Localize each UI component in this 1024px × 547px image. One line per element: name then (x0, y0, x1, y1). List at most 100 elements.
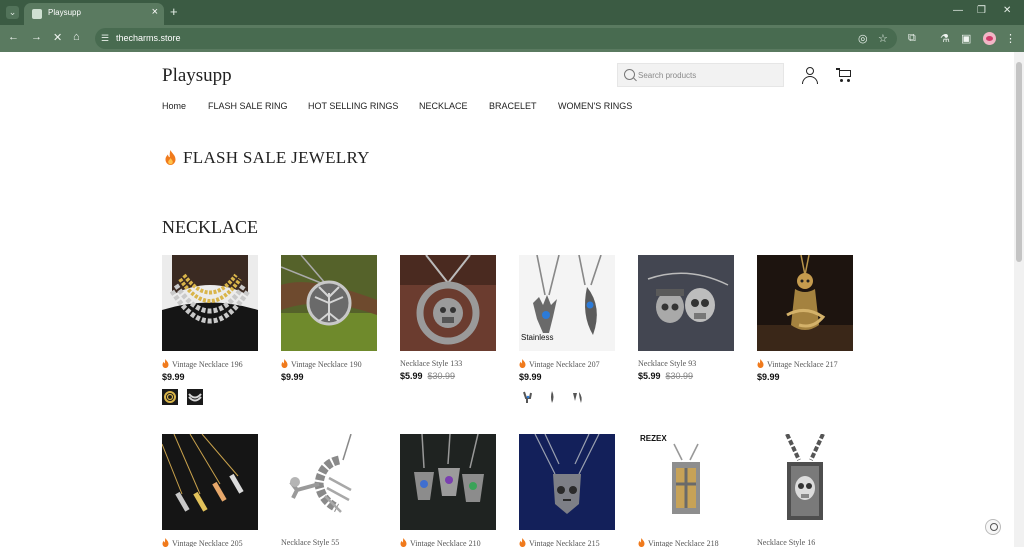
product-card[interactable]: Vintage Necklace 205 (162, 434, 258, 547)
swatch-silver[interactable] (187, 389, 204, 405)
product-card[interactable]: Necklace Style 93 $5.99 $30.99 (638, 255, 734, 381)
product-card[interactable]: Necklace Style 55 (281, 434, 377, 547)
product-price: $9.99 (162, 372, 185, 382)
product-name[interactable]: Necklace Style 16 (757, 538, 815, 547)
search-icon[interactable] (624, 69, 635, 80)
product-name[interactable]: Vintage Necklace 205 (172, 539, 243, 547)
product-image[interactable] (757, 255, 853, 351)
nav-home[interactable]: Home (162, 101, 186, 111)
swatch-gold[interactable] (162, 389, 178, 405)
product-price: $9.99 (281, 372, 304, 382)
search-box[interactable] (617, 63, 784, 87)
product-name-row[interactable]: Necklace Style 93 (638, 359, 734, 368)
swatch-hand[interactable] (519, 389, 535, 405)
product-card[interactable]: Stainless Vintage Necklace 207 $9.99 (519, 255, 615, 405)
product-card[interactable]: REZEX Vintage Necklace 218 (638, 434, 734, 547)
product-name-row[interactable]: Vintage Necklace 207 (519, 359, 615, 369)
flash-sale-heading: FLASH SALE JEWELRY (165, 148, 370, 168)
product-card[interactable]: Vintage Necklace 215 (519, 434, 615, 547)
eye-off-icon[interactable]: ◎ (858, 32, 868, 45)
side-panel-icon[interactable]: ▣ (961, 32, 971, 45)
product-name-row[interactable]: Vintage Necklace 205 (162, 538, 258, 547)
product-name[interactable]: Necklace Style 93 (638, 359, 696, 368)
page-scrollbar[interactable] (1014, 52, 1024, 547)
product-name-row[interactable]: Vintage Necklace 215 (519, 538, 615, 547)
close-window-icon[interactable]: ✕ (1003, 5, 1011, 16)
bookmark-star-icon[interactable]: ☆ (878, 32, 888, 45)
product-name[interactable]: Vintage Necklace 215 (529, 539, 600, 547)
product-name-row[interactable]: Necklace Style 16 (757, 538, 853, 547)
support-chat-button[interactable] (985, 519, 1001, 535)
product-name[interactable]: Necklace Style 133 (400, 359, 462, 368)
nav-womens-rings[interactable]: WOMEN'S RINGS (558, 101, 632, 111)
nav-flash-sale-ring[interactable]: FLASH SALE RING (208, 101, 288, 111)
close-tab-icon[interactable]: × (152, 6, 158, 18)
product-name[interactable]: Vintage Necklace 207 (529, 360, 600, 369)
swatch-group (519, 389, 615, 405)
fire-icon (162, 538, 169, 547)
product-card[interactable]: Vintage Necklace 210 (400, 434, 496, 547)
nav-hot-selling-rings[interactable]: HOT SELLING RINGS (308, 101, 398, 111)
store-logo[interactable]: Playsupp (162, 65, 232, 87)
browser-tab[interactable]: Playsupp × (24, 3, 164, 25)
product-image[interactable] (400, 434, 496, 530)
product-name[interactable]: Necklace Style 55 (281, 538, 339, 547)
scroll-thumb[interactable] (1016, 62, 1022, 262)
product-image[interactable] (638, 255, 734, 351)
new-tab-button[interactable]: + (170, 4, 178, 19)
swatch-pair[interactable] (569, 389, 586, 405)
product-price-row: $5.99 $30.99 (638, 371, 734, 381)
minimize-icon[interactable]: — (953, 5, 963, 16)
profile-avatar[interactable] (983, 32, 996, 45)
account-icon[interactable] (802, 67, 818, 84)
forward-icon[interactable]: → (31, 31, 42, 43)
product-name[interactable]: Vintage Necklace 218 (648, 539, 719, 547)
product-image[interactable] (162, 255, 258, 351)
menu-icon[interactable]: ⋮ (1005, 32, 1016, 45)
product-name[interactable]: Vintage Necklace 210 (410, 539, 481, 547)
restore-icon[interactable]: ❐ (977, 5, 986, 16)
product-card[interactable]: Vintage Necklace 217 $9.99 (757, 255, 853, 382)
swatch-feather[interactable] (544, 389, 561, 405)
product-image[interactable] (400, 255, 496, 351)
product-name[interactable]: Vintage Necklace 190 (291, 360, 362, 369)
product-name[interactable]: Vintage Necklace 196 (172, 360, 243, 369)
product-image[interactable] (519, 434, 615, 530)
back-icon[interactable]: ← (8, 31, 19, 43)
nav-necklace[interactable]: NECKLACE (419, 101, 468, 111)
product-name-row[interactable]: Vintage Necklace 190 (281, 359, 377, 369)
product-name-row[interactable]: Necklace Style 55 (281, 538, 377, 547)
brand-overlay-text: REZEX (640, 434, 667, 443)
favicon-icon (32, 9, 42, 19)
address-bar[interactable]: ☰ thecharms.store ◎ ☆ (95, 28, 897, 49)
stop-loading-icon[interactable]: ✕ (53, 31, 62, 44)
product-image[interactable] (757, 434, 853, 530)
product-image[interactable]: Stainless (519, 255, 615, 351)
product-card[interactable]: Necklace Style 133 $5.99 $30.99 (400, 255, 496, 381)
tab-title: Playsupp (48, 8, 81, 17)
cart-icon[interactable] (836, 68, 852, 83)
fire-icon (281, 359, 288, 368)
product-name-row[interactable]: Vintage Necklace 218 (638, 538, 734, 547)
product-image[interactable] (281, 434, 377, 530)
product-name-row[interactable]: Vintage Necklace 196 (162, 359, 258, 369)
site-info-icon[interactable]: ☰ (101, 33, 113, 44)
product-card[interactable]: Vintage Necklace 190 $9.99 (281, 255, 377, 382)
search-input[interactable] (638, 67, 778, 83)
product-name-row[interactable]: Necklace Style 133 (400, 359, 496, 368)
product-price: $5.99 (638, 371, 661, 381)
product-image[interactable]: REZEX (638, 434, 734, 530)
extensions-icon[interactable]: ⧉ (908, 32, 916, 45)
nav-bracelet[interactable]: BRACELET (489, 101, 537, 111)
product-name-row[interactable]: Vintage Necklace 217 (757, 359, 853, 369)
url-text[interactable]: thecharms.store (116, 33, 181, 43)
home-icon[interactable]: ⌂ (73, 31, 80, 43)
product-image[interactable] (281, 255, 377, 351)
product-image[interactable] (162, 434, 258, 530)
product-name[interactable]: Vintage Necklace 217 (767, 360, 838, 369)
tab-search-icon[interactable]: ⌄ (6, 6, 19, 19)
product-card[interactable]: Vintage Necklace 196 $9.99 (162, 255, 258, 405)
labs-icon[interactable]: ⚗ (940, 32, 950, 45)
product-card[interactable]: Necklace Style 16 (757, 434, 853, 547)
product-name-row[interactable]: Vintage Necklace 210 (400, 538, 496, 547)
